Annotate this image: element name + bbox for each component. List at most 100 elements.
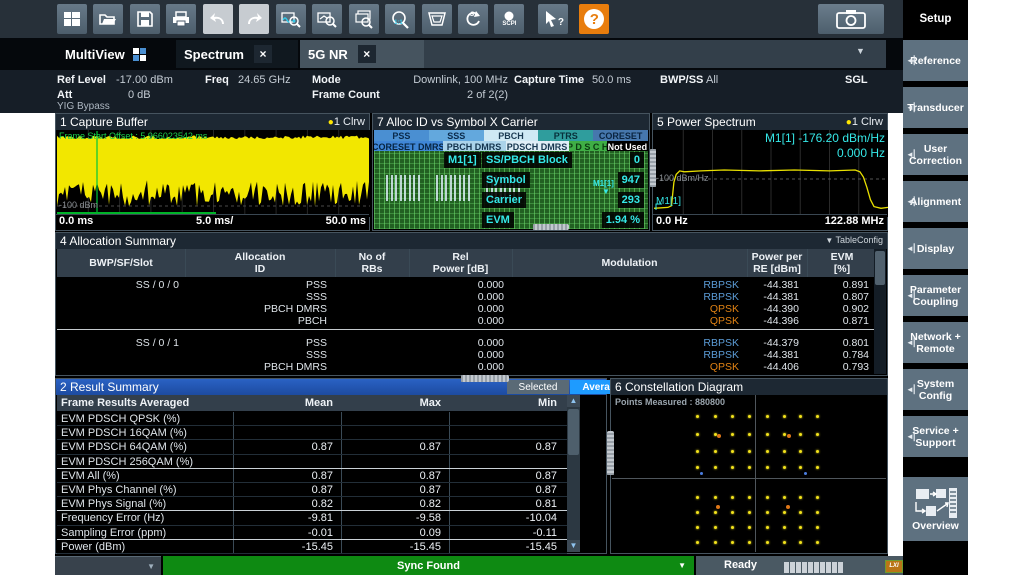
display-icon[interactable]	[422, 4, 452, 34]
status-dropdown[interactable]: ▼	[55, 556, 161, 575]
sweep-refresh-icon[interactable]: s	[458, 4, 488, 34]
marker-m1-readout: M1[1] -176.20 dBm/Hz	[765, 131, 885, 145]
cell: PBCH	[185, 315, 327, 327]
alloc-grid[interactable]: M1[1]SS/PBCH Block0Symbol947Carrier293EV…	[374, 151, 648, 229]
ref-level-value[interactable]: -17.00 dBm	[116, 74, 173, 86]
camera-icon	[836, 9, 866, 29]
column-header: Power perRE [dBm]	[747, 249, 807, 277]
legend-cell-coreset: CORESET	[593, 130, 648, 141]
submenu-arrow-icon: ◄▏	[906, 384, 920, 396]
scroll-down-icon[interactable]: ▼	[567, 540, 580, 552]
result-table-scrollbar[interactable]: ▲ ▼	[567, 395, 580, 552]
bwp-ss-value[interactable]: All	[706, 74, 718, 86]
splitter-grip-horizontal[interactable]	[533, 224, 569, 230]
capture-buffer-plot[interactable]: Frame Start Offset : 5.966023542 ms -100…	[57, 130, 370, 217]
alloc-marker-arrow-icon: ▼	[602, 187, 610, 196]
sidebar-button-display[interactable]: Display◄▏	[903, 228, 968, 269]
constellation-panel[interactable]: 6 Constellation Diagram Points Measured …	[610, 378, 888, 554]
help-icon[interactable]: ?	[579, 4, 609, 34]
tabbar-dropdown-icon[interactable]: ▼	[856, 46, 865, 56]
open-folder-icon[interactable]	[93, 4, 123, 34]
capture-buffer-panel[interactable]: 1 Capture Buffer ●1 Clrw Frame Start Off…	[55, 113, 370, 231]
print-icon[interactable]	[166, 4, 196, 34]
cell: SSS	[185, 291, 327, 303]
alloc-table-scrollbar[interactable]	[874, 249, 886, 374]
value-cell	[449, 455, 557, 469]
frame-count-value[interactable]: 2 of 2(2)	[395, 89, 508, 101]
constellation-point	[714, 466, 717, 469]
sidebar-button-reference[interactable]: Reference◄▏	[903, 40, 968, 81]
constellation-point	[799, 496, 802, 499]
legend-cell-pss: PSS	[374, 130, 429, 141]
sidebar-button-network-remote[interactable]: Network + Remote◄▏	[903, 322, 968, 363]
constellation-point	[714, 450, 717, 453]
scroll-up-icon[interactable]: ▲	[567, 395, 580, 407]
cell: -44.381	[747, 291, 799, 303]
sidebar-button-user-correction[interactable]: User Correction◄▏	[903, 134, 968, 175]
table-row: EVM All (%)0.870.870.87	[57, 469, 567, 483]
status-dropdown-icon: ▼	[147, 562, 155, 571]
sidebar-button-service-support[interactable]: Service + Support◄▏	[903, 416, 968, 457]
column-divider	[233, 483, 234, 496]
tab-5gnr[interactable]: 5G NR ×	[300, 40, 424, 68]
cell: 0.793	[807, 361, 869, 373]
cell: 0.000	[409, 291, 504, 303]
submenu-arrow-icon: ◄▏	[906, 337, 920, 349]
mode-value[interactable]: Downlink, 100 MHz	[395, 74, 508, 86]
bwp-ss-label: BWP/SS	[660, 74, 703, 86]
constellation-point	[766, 526, 769, 529]
constellation-point	[783, 466, 786, 469]
constellation-point	[731, 433, 734, 436]
capture-time-value[interactable]: 50.0 ms	[592, 74, 631, 86]
row-label: EVM Phys Signal (%)	[61, 497, 229, 511]
power-spectrum-title: 5 Power Spectrum ●1 Clrw	[653, 114, 887, 130]
scpi-icon[interactable]: SCPI	[494, 4, 524, 34]
allocation-summary-panel[interactable]: 4 Allocation Summary ▼ TableConfig BWP/S…	[55, 232, 888, 376]
toggle-selected[interactable]: Selected	[507, 380, 569, 394]
alloc-id-panel[interactable]: 7 Alloc ID vs Symbol X Carrier PSSSSSPBC…	[372, 113, 650, 231]
alloc-marker-row-value: 293	[618, 192, 644, 208]
tab-multiview[interactable]: MultiView	[57, 40, 175, 68]
sidebar-button-transducer[interactable]: Transducer◄▏	[903, 87, 968, 128]
scrollbar-thumb[interactable]	[875, 251, 885, 285]
sync-status-bar[interactable]: Sync Found ▼	[163, 556, 694, 575]
sidebar-button-parameter-coupling[interactable]: Parameter Coupling◄▏	[903, 275, 968, 316]
sidebar-button-alignment[interactable]: Alignment◄▏	[903, 181, 968, 222]
constellation-plot[interactable]: Points Measured : 880800	[612, 395, 886, 552]
camera-button[interactable]	[818, 4, 884, 34]
resource-stripe	[454, 175, 456, 201]
att-value[interactable]: 0 dB	[128, 89, 151, 101]
windows-icon[interactable]	[57, 4, 87, 34]
freq-value[interactable]: 24.65 GHz	[238, 74, 291, 86]
scrollbar-thumb[interactable]	[568, 409, 579, 455]
tab-5gnr-close-icon[interactable]: ×	[358, 45, 376, 63]
save-icon[interactable]	[130, 4, 160, 34]
constellation-point	[799, 466, 802, 469]
splitter-grip-horizontal[interactable]	[461, 375, 509, 382]
zoom-area-icon[interactable]	[312, 4, 342, 34]
tab-spectrum[interactable]: Spectrum ×	[176, 40, 298, 68]
cell: RBPSK	[512, 279, 739, 291]
splitter-grip-vertical[interactable]	[607, 431, 614, 475]
pointer-help-icon[interactable]: ?	[538, 4, 568, 34]
power-spectrum-plot[interactable]: M1[1] -176.20 dBm/Hz 0.000 Hz -100 dBm/H…	[654, 130, 888, 217]
table-config-button[interactable]: ▼ TableConfig	[825, 235, 883, 245]
zoom-multi-icon[interactable]	[349, 4, 379, 34]
resource-stripe	[441, 175, 443, 201]
resource-stripe	[459, 175, 461, 201]
sidebar-button-overview[interactable]: Overview	[903, 477, 968, 541]
tab-spectrum-close-icon[interactable]: ×	[254, 45, 272, 63]
freq-label: Freq	[205, 74, 229, 86]
table-row: Sampling Error (ppm)-0.010.09-0.11	[57, 526, 567, 540]
zoom-trace-icon[interactable]	[276, 4, 306, 34]
splitter-grip-vertical[interactable]	[650, 149, 656, 187]
cell: 0.807	[807, 291, 869, 303]
result-summary-panel[interactable]: 2 Result Summary Selected Averaged Frame…	[55, 378, 607, 554]
zoom-1to1-icon[interactable]: 1:1	[385, 4, 415, 34]
row-label: Sampling Error (ppm)	[61, 526, 229, 540]
submenu-arrow-icon: ◄▏	[906, 102, 920, 114]
resource-stripe	[436, 175, 438, 201]
toolbar: 1:1 s SCPI ? ?	[0, 0, 968, 38]
power-spectrum-panel[interactable]: 5 Power Spectrum ●1 Clrw M1[1] -176.20 d…	[652, 113, 888, 231]
sidebar-button-system-config[interactable]: System Config◄▏	[903, 369, 968, 410]
